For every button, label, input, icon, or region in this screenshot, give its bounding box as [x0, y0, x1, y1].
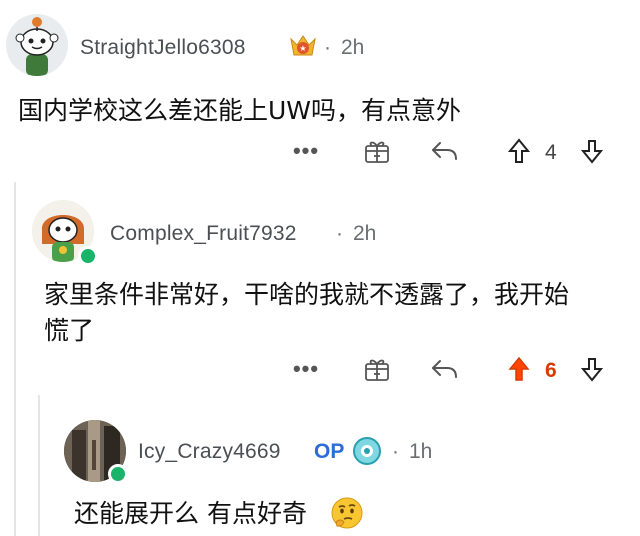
- comment-dot: ·: [336, 222, 343, 245]
- vote-count: 4: [545, 141, 557, 164]
- thread-line-1: [14, 182, 16, 536]
- reply-icon[interactable]: [428, 136, 460, 166]
- vote-count: 6: [545, 359, 557, 382]
- upvote-icon[interactable]: [506, 354, 532, 384]
- op-badge: OP: [314, 440, 345, 463]
- reply-icon[interactable]: [428, 354, 460, 384]
- award-badge-icon: ★: [288, 33, 318, 61]
- comment-time: 2h: [353, 222, 377, 245]
- downvote-icon[interactable]: [580, 138, 604, 166]
- comment-time: 2h: [341, 36, 365, 59]
- comment-dot: ·: [324, 36, 331, 59]
- more-options-button[interactable]: •••: [286, 356, 326, 382]
- upvote-icon[interactable]: [506, 136, 532, 166]
- online-status-indicator: [108, 464, 128, 484]
- snoo-avatar-icon: [6, 14, 68, 76]
- more-options-button[interactable]: •••: [286, 138, 326, 164]
- comment-username[interactable]: Complex_Fruit7932: [110, 222, 297, 246]
- online-status-indicator: [78, 246, 98, 266]
- comment-dot: ·: [392, 440, 399, 463]
- flair-badge-icon: [352, 436, 382, 466]
- comment-time: 1h: [409, 440, 433, 463]
- gift-icon[interactable]: [362, 354, 392, 384]
- comment-body-line-1: 家里条件非常好，干啥的我就不透露了，我开始: [44, 280, 570, 309]
- comment-body: 国内学校这么差还能上UW吗，有点意外: [18, 96, 462, 125]
- comment-username[interactable]: StraightJello6308: [80, 36, 246, 60]
- downvote-icon[interactable]: [580, 356, 604, 384]
- avatar[interactable]: [6, 14, 68, 76]
- emoji-thinking-icon: [330, 496, 364, 530]
- thread-line-2: [38, 395, 40, 536]
- gift-icon[interactable]: [362, 136, 392, 166]
- comment-body-line-2: 慌了: [44, 316, 95, 345]
- comment-body: 还能展开么 有点好奇: [74, 499, 307, 528]
- comment-username[interactable]: Icy_Crazy4669: [138, 440, 281, 464]
- svg-text:★: ★: [299, 44, 306, 53]
